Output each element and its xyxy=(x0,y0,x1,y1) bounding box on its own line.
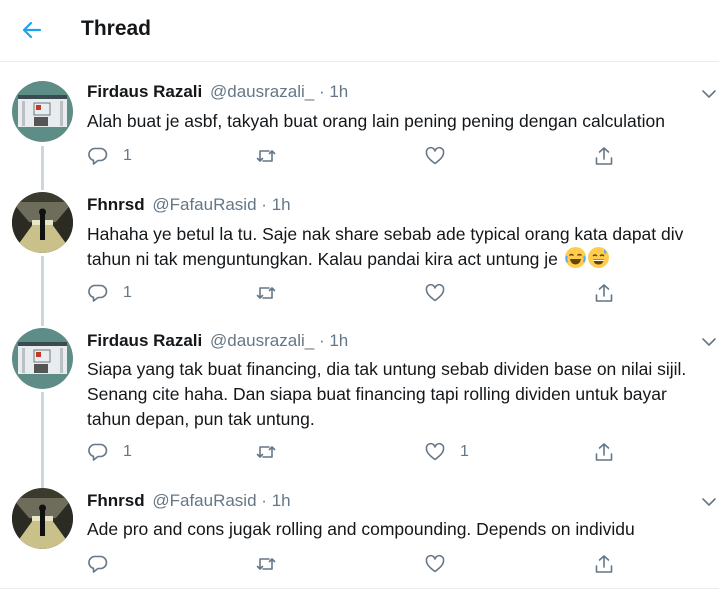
share-icon xyxy=(595,284,613,302)
page-title: Thread xyxy=(81,17,152,40)
tweet-meta: Firdaus Razali @dausrazali_ · 1h xyxy=(87,331,348,351)
tweet-meta: Fhnrsd @FafauRasid · 1h xyxy=(87,491,291,511)
retweet-button[interactable] xyxy=(255,145,277,167)
heart-icon xyxy=(425,442,445,461)
tweet-actions: 1 xyxy=(87,145,627,167)
tweet-text-line: tahun ni tak menguntungkan. Kalau pandai… xyxy=(87,247,712,272)
author-name[interactable]: Firdaus Razali xyxy=(87,331,202,350)
meta-separator: · xyxy=(318,331,325,350)
share-icon xyxy=(595,555,613,573)
author-name[interactable]: Fhnrsd xyxy=(87,195,145,214)
tweet-meta: Fhnrsd @FafauRasid · 1h xyxy=(87,195,291,215)
tweet-text: Alah buat je asbf, takyah buat orang lai… xyxy=(87,111,665,131)
avatar[interactable] xyxy=(12,328,73,389)
reply-icon xyxy=(88,443,108,461)
reply-icon xyxy=(88,147,108,165)
meta-separator: · xyxy=(261,491,267,510)
heart-icon xyxy=(425,283,445,302)
back-arrow-icon xyxy=(22,21,42,39)
chevron-down-icon xyxy=(702,498,716,506)
share-button[interactable] xyxy=(593,282,615,304)
tweet-actions xyxy=(87,553,627,575)
retweet-icon xyxy=(256,446,276,458)
reply-count: 1 xyxy=(123,147,132,164)
like-count: 1 xyxy=(460,443,469,460)
tweet-actions: 1 xyxy=(87,282,627,304)
tweet[interactable]: Firdaus Razali @dausrazali_ · 1h Alah bu… xyxy=(0,62,719,182)
back-button[interactable] xyxy=(16,14,48,46)
like-button[interactable]: 1 xyxy=(424,441,469,463)
grinning-face-with-sweat-icon xyxy=(587,247,609,268)
tweet-time[interactable]: 1h xyxy=(329,331,348,350)
share-icon xyxy=(595,443,613,461)
reply-button[interactable]: 1 xyxy=(87,441,132,463)
retweet-icon xyxy=(256,150,276,162)
author-handle[interactable]: @FafauRasid xyxy=(152,491,256,510)
retweet-icon xyxy=(256,287,276,299)
tweet-text: Hahaha ye betul la tu. Saje nak share se… xyxy=(87,222,712,272)
tweet-meta: Firdaus Razali @dausrazali_ · 1h xyxy=(87,82,348,102)
meta-separator: · xyxy=(261,195,267,214)
like-button[interactable] xyxy=(424,145,446,167)
retweet-button[interactable] xyxy=(255,441,277,463)
retweet-button[interactable] xyxy=(255,282,277,304)
tweet-time[interactable]: 1h xyxy=(329,82,348,101)
avatar[interactable] xyxy=(12,81,73,142)
reply-button[interactable] xyxy=(87,553,109,575)
tweet-time[interactable]: 1h xyxy=(272,195,291,214)
author-handle[interactable]: @dausrazali_ xyxy=(210,82,314,101)
retweet-button[interactable] xyxy=(255,553,277,575)
reply-count: 1 xyxy=(123,284,132,301)
reply-icon xyxy=(88,284,108,302)
reply-button[interactable]: 1 xyxy=(87,145,132,167)
share-button[interactable] xyxy=(593,553,615,575)
reply-count: 1 xyxy=(123,443,132,460)
face-with-tears-of-joy-icon xyxy=(564,247,586,268)
avatar[interactable] xyxy=(12,192,73,253)
tweet-menu-button[interactable] xyxy=(700,493,718,511)
tweet-text-line: tahun ni tak menguntungkan. Kalau pandai… xyxy=(87,249,558,269)
tweet-time[interactable]: 1h xyxy=(272,491,291,510)
reply-button[interactable]: 1 xyxy=(87,282,132,304)
meta-separator: · xyxy=(318,82,325,101)
tweet-menu-button[interactable] xyxy=(700,85,718,103)
tweet[interactable]: Fhnrsd @FafauRasid · 1h Hahaha ye betul … xyxy=(0,182,719,318)
avatar[interactable] xyxy=(12,488,73,549)
author-name[interactable]: Fhnrsd xyxy=(87,491,145,510)
chevron-down-icon xyxy=(702,338,716,346)
share-icon xyxy=(595,147,613,165)
author-name[interactable]: Firdaus Razali xyxy=(87,82,202,101)
reply-icon xyxy=(88,555,108,573)
chevron-down-icon xyxy=(702,90,716,98)
author-handle[interactable]: @dausrazali_ xyxy=(210,331,314,350)
tweet-actions: 1 1 xyxy=(87,441,627,463)
retweet-icon xyxy=(256,558,276,570)
tweet[interactable]: Firdaus Razali @dausrazali_ · 1h Siapa y… xyxy=(0,318,719,484)
like-button[interactable] xyxy=(424,553,446,575)
tweet-text: Ade pro and cons jugak rolling and compo… xyxy=(87,519,635,539)
tweet[interactable]: Fhnrsd @FafauRasid · 1h Ade pro and cons… xyxy=(0,484,719,589)
heart-icon xyxy=(425,554,445,573)
author-handle[interactable]: @FafauRasid xyxy=(152,195,256,214)
share-button[interactable] xyxy=(593,441,615,463)
tweet-menu-button[interactable] xyxy=(700,333,718,351)
share-button[interactable] xyxy=(593,145,615,167)
tweet-text: Siapa yang tak buat financing, dia tak u… xyxy=(87,359,687,429)
like-button[interactable] xyxy=(424,282,446,304)
heart-icon xyxy=(425,146,445,165)
thread-header: Thread xyxy=(0,0,719,62)
tweet-text-line: Hahaha ye betul la tu. Saje nak share se… xyxy=(87,224,684,244)
